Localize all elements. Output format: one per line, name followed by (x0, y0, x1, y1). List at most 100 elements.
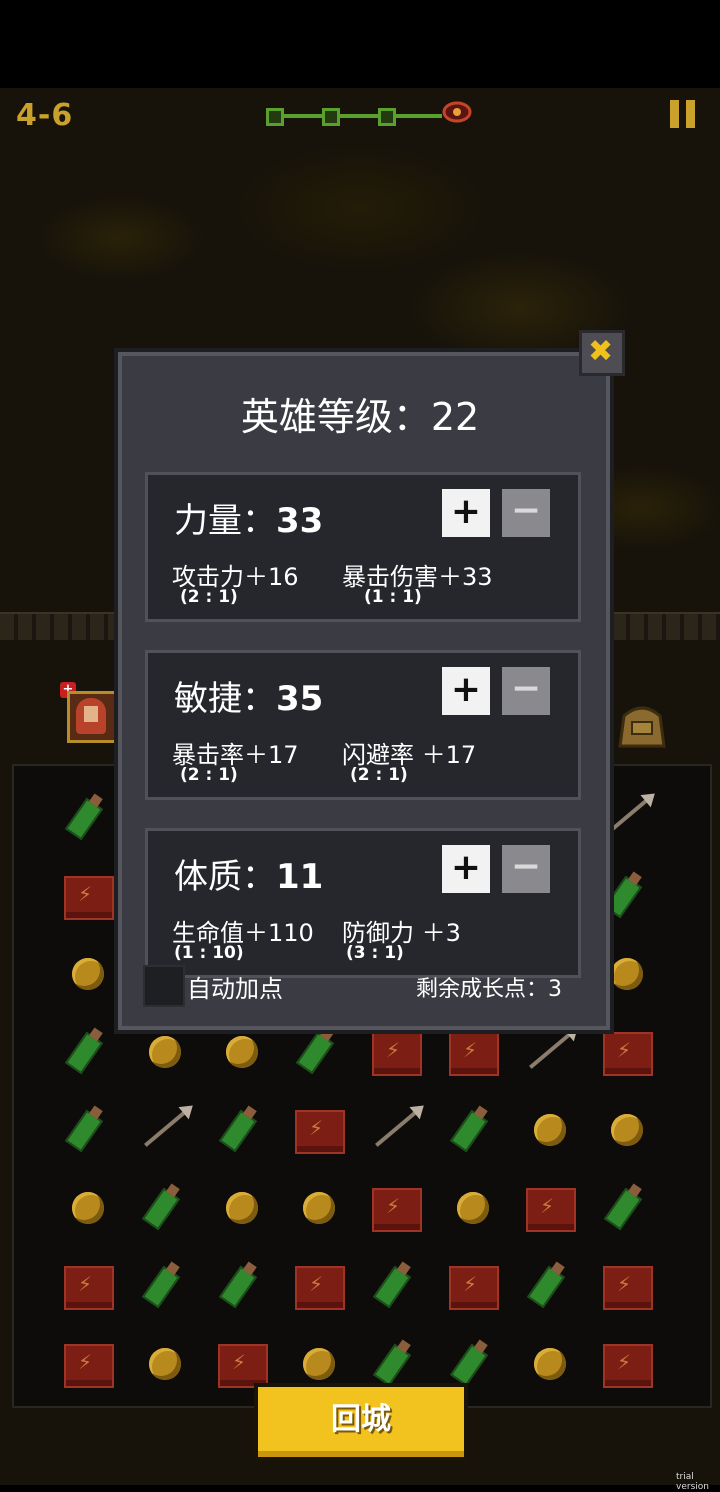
board-tile[interactable] (445, 1336, 497, 1388)
potion-icon (526, 1265, 566, 1309)
board-tile[interactable] (60, 790, 112, 842)
stat-value: 35 (276, 679, 324, 719)
board-tile[interactable] (137, 1336, 189, 1388)
board-tile[interactable] (445, 1180, 497, 1232)
watermark: trial version (676, 1472, 709, 1492)
stat-card-constitution: 体质：11 + − 生命值＋110 (1 : 10) 防御力 ＋3 (3 : 1… (145, 828, 581, 978)
board-tile[interactable] (137, 1102, 189, 1154)
stat-name: 体质： (174, 857, 276, 897)
level-label: 4-6 (16, 98, 74, 133)
top-black-bar (0, 0, 720, 88)
board-tile[interactable] (60, 1180, 112, 1232)
constitution-minus-button[interactable]: − (502, 845, 550, 893)
book-icon (449, 1266, 499, 1310)
agility-plus-button[interactable]: + (442, 667, 490, 715)
stat-name: 力量： (174, 501, 276, 541)
board-tile[interactable] (60, 1336, 114, 1388)
board-tile[interactable] (368, 1024, 422, 1076)
board-tile[interactable] (291, 1102, 345, 1154)
board-tile[interactable] (60, 1258, 114, 1310)
auto-assign-label: 自动加点 (187, 975, 283, 1003)
coin-icon (226, 1192, 258, 1224)
book-icon (372, 1188, 422, 1232)
board-tile[interactable] (445, 1024, 499, 1076)
board-tile[interactable] (137, 1024, 189, 1076)
book-icon (372, 1032, 422, 1076)
backpack-icon[interactable] (614, 700, 670, 750)
book-icon (603, 1266, 653, 1310)
stage-progress (266, 106, 442, 126)
board-tile[interactable] (368, 1102, 420, 1154)
arrow-icon (529, 1031, 573, 1069)
book-icon (64, 1266, 114, 1310)
agility-minus-button[interactable]: − (502, 667, 550, 715)
arrow-icon (375, 1109, 419, 1147)
progress-node (266, 108, 284, 126)
board-tile[interactable] (60, 868, 114, 920)
effect-ratio: (2 : 1) (350, 765, 408, 785)
arrow-icon (144, 1109, 188, 1147)
board-tile[interactable] (599, 1180, 651, 1232)
coin-icon (149, 1348, 181, 1380)
potion-icon (372, 1265, 412, 1309)
pause-icon[interactable] (670, 100, 696, 128)
potion-icon (449, 1109, 489, 1153)
stat-name: 敏捷： (174, 679, 276, 719)
board-tile[interactable] (291, 1336, 343, 1388)
coin-icon (303, 1348, 335, 1380)
remaining-points: 剩余成长点：3 (416, 977, 562, 1002)
board-tile[interactable] (445, 1102, 497, 1154)
board-tile[interactable] (599, 1024, 653, 1076)
stat-card-agility: 敏捷：35 + − 暴击率＋17 (2 : 1) 闪避率 ＋17 (2 : 1) (145, 650, 581, 800)
stat-value: 11 (276, 857, 324, 897)
board-tile[interactable] (214, 1258, 266, 1310)
board-tile[interactable] (522, 1024, 574, 1076)
board-tile[interactable] (445, 1258, 499, 1310)
hero-level-title: 英雄等级：22 (240, 395, 480, 439)
board-tile[interactable] (291, 1258, 345, 1310)
board-tile[interactable] (214, 1180, 266, 1232)
coin-icon (72, 1192, 104, 1224)
board-tile[interactable] (368, 1336, 420, 1388)
board-tile[interactable] (522, 1258, 574, 1310)
board-tile[interactable] (599, 1258, 653, 1310)
auto-assign-checkbox[interactable] (143, 965, 185, 1007)
board-tile[interactable] (368, 1258, 420, 1310)
board-tile[interactable] (60, 946, 112, 998)
stat-value: 33 (276, 501, 324, 541)
coin-icon (72, 958, 104, 990)
close-icon: ✖ (588, 334, 614, 369)
progress-line (266, 114, 442, 118)
board-tile[interactable] (214, 1024, 266, 1076)
potion-icon (64, 1031, 104, 1075)
potion-icon (141, 1265, 181, 1309)
board-tile[interactable] (291, 1024, 343, 1076)
potion-icon (218, 1109, 258, 1153)
board-tile[interactable] (60, 1102, 112, 1154)
board-tile[interactable] (522, 1336, 574, 1388)
effect-ratio: (2 : 1) (180, 587, 238, 607)
strength-minus-button[interactable]: − (502, 489, 550, 537)
coin-icon (534, 1348, 566, 1380)
board-tile[interactable] (137, 1180, 189, 1232)
board-tile[interactable] (291, 1180, 343, 1232)
return-town-button[interactable]: 回城 (254, 1383, 468, 1461)
board-tile[interactable] (60, 1024, 112, 1076)
strength-plus-button[interactable]: + (442, 489, 490, 537)
effect-ratio: (1 : 1) (364, 587, 422, 607)
book-icon (295, 1266, 345, 1310)
board-tile[interactable] (599, 1336, 653, 1388)
effect-ratio: (1 : 10) (174, 943, 244, 963)
book-icon (64, 1344, 114, 1388)
potion-icon (141, 1187, 181, 1231)
close-button[interactable]: ✖ (579, 330, 625, 376)
board-tile[interactable] (599, 1102, 651, 1154)
board-tile[interactable] (214, 1336, 268, 1388)
board-tile[interactable] (522, 1102, 574, 1154)
board-tile[interactable] (522, 1180, 576, 1232)
hero-portrait[interactable] (67, 691, 119, 743)
board-tile[interactable] (214, 1102, 266, 1154)
board-tile[interactable] (137, 1258, 189, 1310)
constitution-plus-button[interactable]: + (442, 845, 490, 893)
board-tile[interactable] (368, 1180, 422, 1232)
